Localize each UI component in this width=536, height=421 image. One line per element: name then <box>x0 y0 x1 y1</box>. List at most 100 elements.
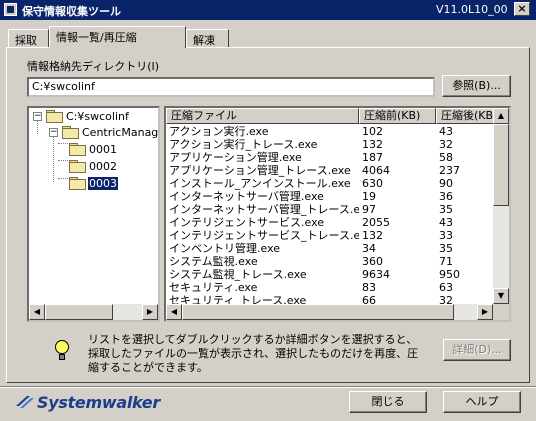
list-vscroll-thumb[interactable] <box>493 124 509 206</box>
collapse-icon[interactable]: − <box>49 128 58 137</box>
size-after-cell: 33 <box>439 229 453 242</box>
directory-input[interactable]: C:¥swcolinf <box>27 77 435 97</box>
list-hscroll-thumb[interactable] <box>182 304 454 320</box>
size-after-cell: 90 <box>439 177 453 190</box>
size-after-cell: 36 <box>439 190 453 203</box>
size-before-cell: 9634 <box>362 268 390 281</box>
size-after-cell: 237 <box>439 164 460 177</box>
file-name-cell: インテリジェントサービス_トレース.exe <box>169 229 359 242</box>
tree-node-0002[interactable]: 0002 <box>69 159 158 174</box>
column-header-before[interactable]: 圧縮前(KB) <box>359 108 436 124</box>
tree-hscroll-thumb[interactable] <box>45 304 113 320</box>
folder-tree[interactable]: − C:¥swcolinf − CentricManager 0001 0002… <box>27 106 160 322</box>
scroll-corner <box>493 304 509 320</box>
tab-extract[interactable]: 解凍 <box>186 29 229 47</box>
size-after-cell: 32 <box>439 138 453 151</box>
tree-node-label: 0002 <box>89 160 117 173</box>
title-bar: 保守情報収集ツール V11.0L10_00 × <box>0 0 536 20</box>
size-after-cell: 35 <box>439 242 453 255</box>
file-name-cell: インターネットサーバ管理_トレース.exe <box>169 203 359 216</box>
folder-icon <box>46 110 63 123</box>
tree-node-label: CentricManager <box>82 126 159 139</box>
folder-icon <box>69 160 86 173</box>
file-name-cell: セキュリティ.exe <box>169 281 258 294</box>
table-row[interactable]: インテリジェントサービス_トレース.exe 132 33 <box>166 229 493 242</box>
scroll-right-icon[interactable]: ▶ <box>477 304 493 320</box>
table-row[interactable]: インターネットサーバ管理.exe 19 36 <box>166 190 493 203</box>
collapse-icon[interactable]: − <box>33 112 42 121</box>
tree-node-label: 0001 <box>89 143 117 156</box>
size-before-cell: 34 <box>362 242 376 255</box>
directory-label: 情報格納先ディレクトリ(I) <box>27 60 160 73</box>
open-folder-icon <box>69 177 86 190</box>
size-after-cell: 58 <box>439 151 453 164</box>
size-before-cell: 360 <box>362 255 383 268</box>
table-row[interactable]: アプリケーション管理.exe 187 58 <box>166 151 493 164</box>
file-name-cell: アプリケーション管理.exe <box>169 151 302 164</box>
table-row[interactable]: インテリジェントサービス.exe 2055 43 <box>166 216 493 229</box>
scroll-right-icon[interactable]: ▶ <box>142 304 158 320</box>
file-name-cell: システム監視_トレース.exe <box>169 268 307 281</box>
table-row[interactable]: システム監視_トレース.exe 9634 950 <box>166 268 493 281</box>
details-button[interactable]: 詳細(D)... <box>443 339 511 361</box>
file-name-cell: アクション実行_トレース.exe <box>169 138 318 151</box>
file-name-cell: インベントリ管理.exe <box>169 242 281 255</box>
size-after-cell: 950 <box>439 268 460 281</box>
size-before-cell: 2055 <box>362 216 390 229</box>
logo-text: Systemwalker <box>37 393 160 412</box>
tree-node-0001[interactable]: 0001 <box>69 142 158 157</box>
size-before-cell: 4064 <box>362 164 390 177</box>
size-before-cell: 630 <box>362 177 383 190</box>
table-row[interactable]: インストール_アンインストール.exe 630 90 <box>166 177 493 190</box>
footer-separator <box>0 386 536 388</box>
tree-node-root[interactable]: − C:¥swcolinf <box>33 109 158 124</box>
file-name-cell: アクション実行.exe <box>169 125 269 138</box>
file-list[interactable]: 圧縮ファイル 圧縮前(KB) 圧縮後(KB) アクション実行.exe 102 43 ア… <box>164 106 511 322</box>
column-header-after[interactable]: 圧縮後(KB) <box>436 108 496 124</box>
size-after-cell: 63 <box>439 281 453 294</box>
tree-node-label: 0003 <box>88 177 118 190</box>
tab-collect[interactable]: 採取 <box>8 29 49 47</box>
file-name-cell: アプリケーション管理_トレース.exe <box>169 164 351 177</box>
systemwalker-logo: Systemwalker <box>15 392 160 414</box>
app-icon <box>4 3 17 16</box>
table-row[interactable]: セキュリティ.exe 83 63 <box>166 281 493 294</box>
table-row[interactable]: アクション実行.exe 102 43 <box>166 125 493 138</box>
size-before-cell: 83 <box>362 281 376 294</box>
tree-node-label: C:¥swcolinf <box>66 110 129 123</box>
table-row[interactable]: インターネットサーバ管理_トレース.exe 97 35 <box>166 203 493 216</box>
version-label: V11.0L10_00 <box>436 3 508 16</box>
table-row[interactable]: アクション実行_トレース.exe 132 32 <box>166 138 493 151</box>
tree-node-0003[interactable]: 0003 <box>69 176 158 191</box>
table-row[interactable]: アプリケーション管理_トレース.exe 4064 237 <box>166 164 493 177</box>
size-before-cell: 187 <box>362 151 383 164</box>
size-after-cell: 71 <box>439 255 453 268</box>
info-text: リストを選択してダブルクリックするか詳細ボタンを選択すると、採取したファイルの一… <box>88 333 419 374</box>
size-before-cell: 132 <box>362 138 383 151</box>
table-row[interactable]: システム監視.exe 360 71 <box>166 255 493 268</box>
close-button[interactable]: 閉じる <box>349 391 427 413</box>
scroll-left-icon[interactable]: ◀ <box>29 304 45 320</box>
close-icon[interactable]: × <box>514 2 530 16</box>
file-name-cell: インストール_アンインストール.exe <box>169 177 351 190</box>
help-button[interactable]: ヘルプ <box>443 391 521 413</box>
file-name-cell: システム監視.exe <box>169 255 258 268</box>
window-title: 保守情報収集ツール <box>22 5 121 18</box>
scroll-down-icon[interactable]: ▼ <box>493 288 509 304</box>
tree-node-centric[interactable]: − CentricManager <box>49 125 159 140</box>
size-before-cell: 97 <box>362 203 376 216</box>
tab-list-recompress[interactable]: 情報一覧/再圧縮 <box>49 26 186 48</box>
logo-mark-icon <box>16 396 34 408</box>
size-before-cell: 19 <box>362 190 376 203</box>
scroll-left-icon[interactable]: ◀ <box>166 304 182 320</box>
size-after-cell: 43 <box>439 125 453 138</box>
file-name-cell: インターネットサーバ管理.exe <box>169 190 324 203</box>
size-after-cell: 43 <box>439 216 453 229</box>
browse-button[interactable]: 参照(B)... <box>442 75 511 97</box>
scroll-up-icon[interactable]: ▲ <box>493 108 509 124</box>
size-before-cell: 102 <box>362 125 383 138</box>
folder-icon <box>62 126 79 139</box>
folder-icon <box>69 143 86 156</box>
column-header-file[interactable]: 圧縮ファイル <box>166 108 359 124</box>
table-row[interactable]: インベントリ管理.exe 34 35 <box>166 242 493 255</box>
